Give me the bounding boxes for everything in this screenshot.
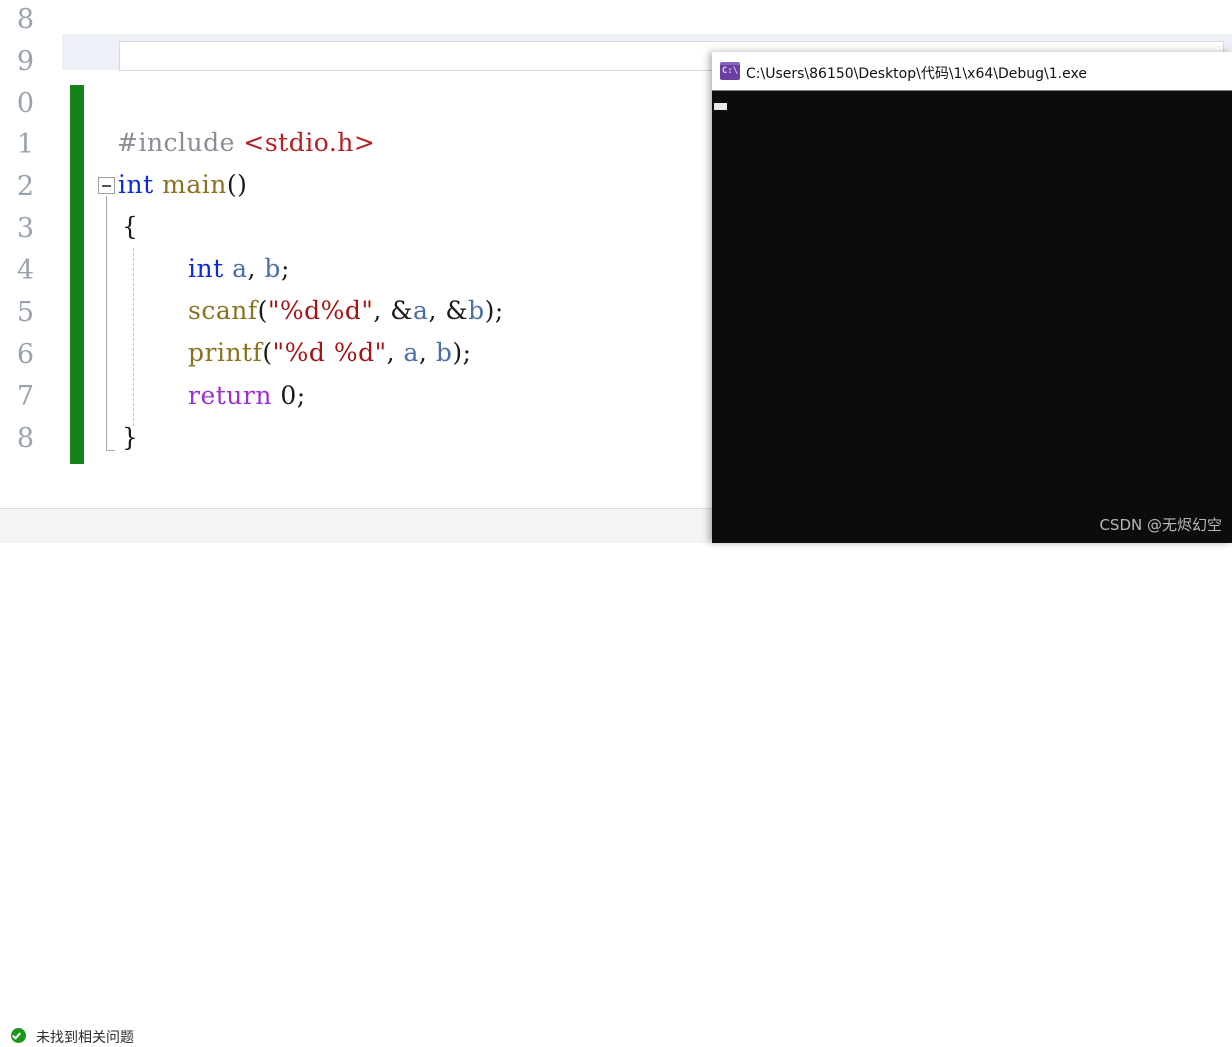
code-token: ( (257, 296, 268, 325)
code-token: , & (428, 296, 469, 325)
code-token: return (188, 381, 272, 410)
console-icon-glyph: C:\ (721, 66, 739, 76)
code-line[interactable]: printf("%d %d", a, b); (188, 340, 472, 365)
code-token: , (418, 338, 436, 367)
code-token: a (403, 338, 419, 367)
code-line[interactable]: int main() (118, 172, 247, 197)
code-line[interactable]: scanf("%d%d", &a, &b); (188, 298, 504, 323)
code-token: a (413, 296, 429, 325)
code-token: { (122, 212, 139, 241)
code-token: main (162, 170, 227, 199)
console-cursor (714, 103, 727, 110)
code-line[interactable]: { (122, 214, 138, 239)
code-token: int (188, 254, 224, 283)
code-line[interactable]: return 0; (188, 383, 306, 408)
code-token: "%d %d" (272, 338, 387, 367)
status-bar-message: 未找到相关问题 (36, 1030, 134, 1046)
console-title-text: C:\Users\86150\Desktop\代码\1\x64\Debug\1.… (746, 66, 1087, 82)
status-bar: 未找到相关问题 (0, 508, 712, 1046)
code-token: , (247, 254, 265, 283)
code-token: ); (484, 296, 504, 325)
success-check-icon (11, 1028, 26, 1043)
code-token: ; (280, 254, 290, 283)
check-tick-glyph (11, 1030, 22, 1040)
code-token: ( (262, 338, 273, 367)
code-line[interactable]: int a, b; (188, 256, 290, 281)
code-line[interactable]: } (122, 425, 138, 450)
code-token: #include (117, 128, 244, 157)
console-window[interactable]: C:\ C:\Users\86150\Desktop\代码\1\x64\Debu… (712, 52, 1232, 543)
console-output-area[interactable]: CSDN @无烬幻空 (712, 91, 1232, 543)
code-token: b (264, 254, 281, 283)
code-line[interactable]: #include <stdio.h> (117, 130, 375, 155)
code-token: 0; (271, 381, 306, 410)
code-token: <stdio.h> (243, 128, 376, 157)
code-token: () (226, 170, 248, 199)
code-token: , (386, 338, 404, 367)
code-token: b (468, 296, 485, 325)
code-token: } (122, 423, 139, 452)
console-title-bar[interactable]: C:\ C:\Users\86150\Desktop\代码\1\x64\Debu… (712, 52, 1232, 91)
console-app-icon: C:\ (720, 62, 740, 80)
csdn-watermark: CSDN @无烬幻空 (1099, 516, 1222, 534)
code-token: "%d%d" (267, 296, 374, 325)
code-token: int (118, 170, 154, 199)
code-token: a (232, 254, 248, 283)
code-token: , & (373, 296, 414, 325)
code-token: printf (188, 338, 263, 367)
code-token: ); (452, 338, 472, 367)
code-token: scanf (188, 296, 258, 325)
code-token: b (435, 338, 453, 367)
